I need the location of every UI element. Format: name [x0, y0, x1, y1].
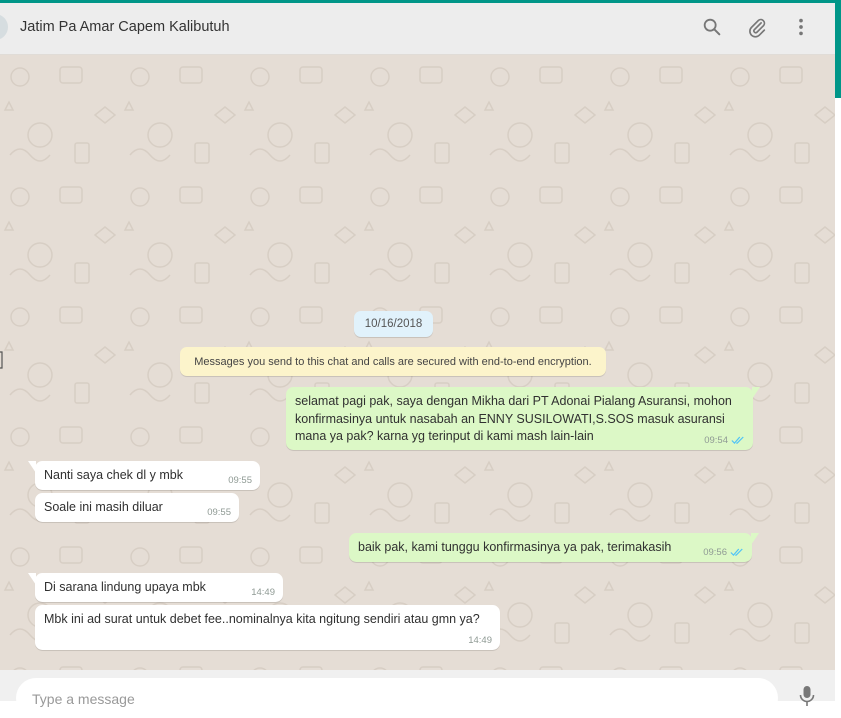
- bubble-tail: [751, 533, 759, 545]
- composer-bar: [0, 670, 835, 718]
- chat-title[interactable]: Jatim Pa Amar Capem Kalibutuh: [20, 19, 230, 35]
- right-edge-accent: [835, 0, 841, 98]
- paperclip-icon[interactable]: [746, 16, 768, 38]
- bubble-tail: [752, 387, 760, 399]
- message-time: 14:49: [468, 635, 492, 646]
- message-meta: 09:55: [207, 507, 231, 518]
- right-edge-rail: [835, 0, 841, 701]
- bubble-tail: [28, 573, 36, 585]
- message-text: Mbk ini ad surat untuk debet fee..nomina…: [44, 612, 480, 626]
- message-text: selamat pagi pak, saya dengan Mikha dari…: [295, 393, 732, 446]
- message-time: 09:55: [207, 507, 231, 518]
- message-time: 09:56: [703, 547, 727, 558]
- message-bubble-outgoing[interactable]: selamat pagi pak, saya dengan Mikha dari…: [286, 387, 760, 450]
- message-meta: 14:49: [468, 635, 492, 646]
- message-time: 14:49: [251, 587, 275, 598]
- chat-header: Jatim Pa Amar Capem Kalibutuh: [0, 3, 835, 55]
- message-bubble-outgoing[interactable]: baik pak, kami tunggu konfirmasinya ya p…: [349, 533, 759, 562]
- message-text: baik pak, kami tunggu konfirmasinya ya p…: [358, 540, 672, 554]
- kebab-menu-icon[interactable]: [790, 16, 812, 38]
- message-bubble-incoming[interactable]: Mbk ini ad surat untuk debet fee..nomina…: [35, 605, 500, 650]
- message-input[interactable]: [30, 688, 734, 710]
- bubble-tail: [28, 461, 36, 473]
- message-meta: 09:56: [703, 547, 744, 558]
- message-meta: 14:49: [251, 587, 275, 598]
- contact-avatar[interactable]: [0, 14, 8, 40]
- message-meta: 09:55: [228, 475, 252, 486]
- search-icon[interactable]: [701, 16, 723, 38]
- double-check-icon: [730, 548, 743, 557]
- message-time: 09:54: [704, 435, 728, 446]
- message-composer[interactable]: [16, 678, 778, 718]
- double-check-icon: [731, 436, 744, 445]
- message-line: mana ya pak? karna yg terinput di kami m…: [295, 429, 594, 443]
- microphone-icon[interactable]: [797, 685, 817, 707]
- date-divider: 10/16/2018: [354, 311, 433, 337]
- message-bubble-incoming[interactable]: Soale ini masih diluar 09:55: [35, 493, 239, 522]
- message-line: konfirmasinya untuk nasabah an ENNY SUSI…: [295, 411, 725, 426]
- message-text: Soale ini masih diluar: [44, 500, 163, 514]
- message-meta: 09:54: [704, 435, 745, 446]
- message-text: Di sarana lindung upaya mbk: [44, 580, 206, 594]
- panel-edge-handle: [0, 351, 3, 369]
- message-text: Nanti saya chek dl y mbk: [44, 468, 183, 482]
- message-list[interactable]: 10/16/2018 Messages you send to this cha…: [0, 55, 835, 670]
- encryption-notice[interactable]: Messages you send to this chat and calls…: [180, 347, 606, 376]
- message-bubble-incoming[interactable]: Nanti saya chek dl y mbk 09:55: [28, 461, 260, 490]
- message-bubble-incoming[interactable]: Di sarana lindung upaya mbk 14:49: [28, 573, 283, 602]
- message-time: 09:55: [228, 475, 252, 486]
- message-line: selamat pagi pak, saya dengan Mikha dari…: [295, 394, 732, 408]
